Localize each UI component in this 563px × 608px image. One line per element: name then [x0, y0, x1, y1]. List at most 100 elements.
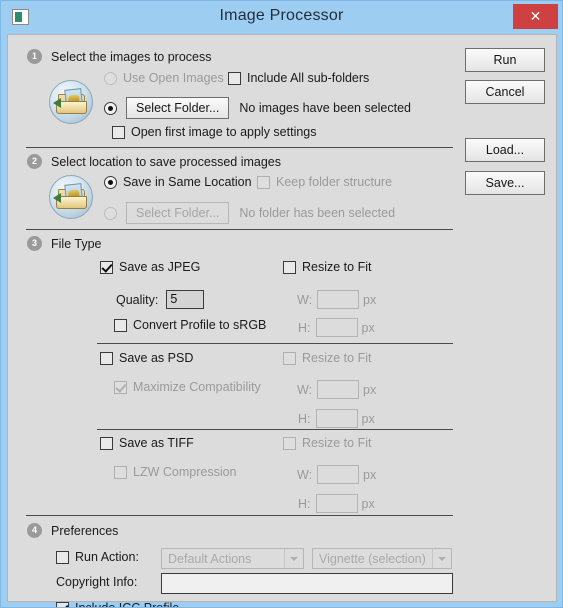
tiff-resize-checkbox — [283, 436, 296, 450]
save-as-psd-label: Save as PSD — [119, 351, 194, 365]
jpeg-height-row: H: px — [298, 318, 375, 337]
tiff-height-row: H: px — [298, 494, 375, 513]
use-open-images-option: Use Open Images — [104, 71, 224, 85]
maximize-compatibility-label: Maximize Compatibility — [133, 380, 261, 394]
page-title: Image Processor — [219, 7, 344, 24]
open-first-image-option[interactable]: Open first image to apply settings — [112, 125, 317, 139]
save-button[interactable]: Save... — [465, 171, 545, 195]
jpeg-width-input — [317, 290, 360, 309]
psd-width-label: W: — [297, 382, 313, 397]
run-action-option[interactable]: Run Action: — [56, 550, 139, 564]
lzw-compression-label: LZW Compression — [133, 465, 237, 479]
include-icc-option[interactable]: Include ICC Profile — [56, 601, 179, 607]
cancel-button[interactable]: Cancel — [465, 80, 545, 104]
section-2-title: Select location to save processed images — [51, 154, 281, 169]
action-dropdown: Vignette (selection) — [312, 548, 452, 569]
save-as-psd-option[interactable]: Save as PSD — [100, 351, 193, 365]
use-open-images-label: Use Open Images — [123, 71, 224, 85]
source-folder-icon — [49, 80, 93, 124]
section-2-heading: 2 Select location to save processed imag… — [27, 154, 281, 169]
psd-height-row: H: px — [298, 409, 375, 428]
select-source-folder-button[interactable]: Select Folder... — [126, 97, 230, 119]
psd-height-unit: px — [361, 411, 375, 426]
action-set-dropdown: Default Actions — [161, 548, 304, 569]
psd-resize-label: Resize to Fit — [302, 351, 372, 365]
load-button[interactable]: Load... — [465, 138, 545, 162]
chevron-down-icon — [284, 549, 303, 568]
jpeg-width-row: W: px — [297, 290, 376, 309]
step-badge-3: 3 — [27, 236, 42, 251]
save-same-location-label: Save in Same Location — [123, 175, 252, 189]
psd-height-input — [315, 409, 358, 428]
tiff-resize-label: Resize to Fit — [302, 436, 372, 450]
save-as-tiff-checkbox[interactable] — [100, 436, 113, 450]
tiff-width-unit: px — [363, 467, 377, 482]
run-action-checkbox[interactable] — [56, 550, 69, 564]
tiff-height-input — [315, 494, 358, 513]
tiff-height-label: H: — [298, 496, 311, 511]
include-subfolders-label: Include All sub-folders — [247, 71, 370, 85]
select-folder-radio-source[interactable] — [104, 101, 117, 115]
open-first-image-label: Open first image to apply settings — [131, 125, 317, 139]
psd-resize-option: Resize to Fit — [283, 351, 371, 365]
convert-srgb-checkbox[interactable] — [114, 318, 127, 332]
divider-2 — [26, 229, 453, 230]
close-icon[interactable]: ✕ — [513, 4, 558, 29]
convert-srgb-label: Convert Profile to sRGB — [133, 318, 267, 332]
divider-jpeg-psd — [97, 343, 453, 344]
include-icc-checkbox[interactable] — [56, 601, 69, 607]
psd-width-row: W: px — [297, 380, 376, 399]
save-same-location-radio[interactable] — [104, 175, 117, 189]
copyright-label: Copyright Info: — [56, 575, 138, 589]
dialog-body: Run Cancel Load... Save... 1 Select the … — [7, 34, 557, 607]
save-as-psd-checkbox[interactable] — [100, 351, 113, 365]
copyright-row: Copyright Info: — [56, 575, 137, 589]
jpeg-height-label: H: — [298, 320, 311, 335]
keep-folder-structure-label: Keep folder structure — [276, 175, 393, 189]
jpeg-width-unit: px — [363, 292, 377, 307]
include-subfolders-checkbox[interactable] — [228, 71, 241, 85]
source-folder-status: No images have been selected — [239, 101, 412, 115]
select-folder-radio-destination[interactable] — [104, 206, 117, 220]
step-badge-4: 4 — [27, 523, 42, 538]
tiff-height-unit: px — [361, 496, 375, 511]
psd-width-input — [317, 380, 360, 399]
jpeg-resize-option[interactable]: Resize to Fit — [283, 260, 371, 274]
divider-3 — [26, 515, 453, 516]
action-set-value: Default Actions — [168, 551, 252, 566]
step-badge-2: 2 — [27, 154, 42, 169]
section-3-title: File Type — [51, 236, 102, 251]
use-open-images-radio — [104, 71, 117, 85]
jpeg-height-input — [315, 318, 358, 337]
save-as-jpeg-option[interactable]: Save as JPEG — [100, 260, 200, 274]
tiff-resize-option: Resize to Fit — [283, 436, 371, 450]
select-folder-row-1: Select Folder... No images have been sel… — [104, 97, 411, 119]
divider-psd-tiff — [97, 429, 453, 430]
run-button[interactable]: Run — [465, 48, 545, 72]
maximize-compatibility-option: Maximize Compatibility — [114, 380, 261, 394]
psd-width-unit: px — [363, 382, 377, 397]
copyright-input[interactable] — [161, 573, 453, 594]
tiff-width-row: W: px — [297, 465, 376, 484]
open-first-image-checkbox[interactable] — [112, 125, 125, 139]
step-badge-1: 1 — [27, 49, 42, 64]
section-4-heading: 4 Preferences — [27, 523, 118, 538]
section-1-title: Select the images to process — [51, 49, 212, 64]
title-bar: Image Processor ✕ — [1, 1, 562, 33]
jpeg-width-label: W: — [297, 292, 313, 307]
include-subfolders-option[interactable]: Include All sub-folders — [228, 71, 369, 85]
jpeg-resize-checkbox[interactable] — [283, 260, 296, 274]
jpeg-resize-label: Resize to Fit — [302, 260, 372, 274]
convert-srgb-option[interactable]: Convert Profile to sRGB — [114, 318, 266, 332]
save-as-jpeg-label: Save as JPEG — [119, 260, 201, 274]
save-same-location-option[interactable]: Save in Same Location — [104, 175, 252, 189]
save-as-jpeg-checkbox[interactable] — [100, 260, 113, 274]
section-1-heading: 1 Select the images to process — [27, 49, 212, 64]
select-folder-row-2: Select Folder... No folder has been sele… — [104, 202, 395, 224]
select-destination-folder-button: Select Folder... — [126, 202, 230, 224]
jpeg-quality-label: Quality: — [116, 292, 159, 307]
save-as-tiff-option[interactable]: Save as TIFF — [100, 436, 194, 450]
jpeg-quality-input[interactable]: 5 — [166, 290, 205, 309]
destination-folder-icon — [49, 175, 93, 219]
divider-1 — [26, 147, 453, 148]
